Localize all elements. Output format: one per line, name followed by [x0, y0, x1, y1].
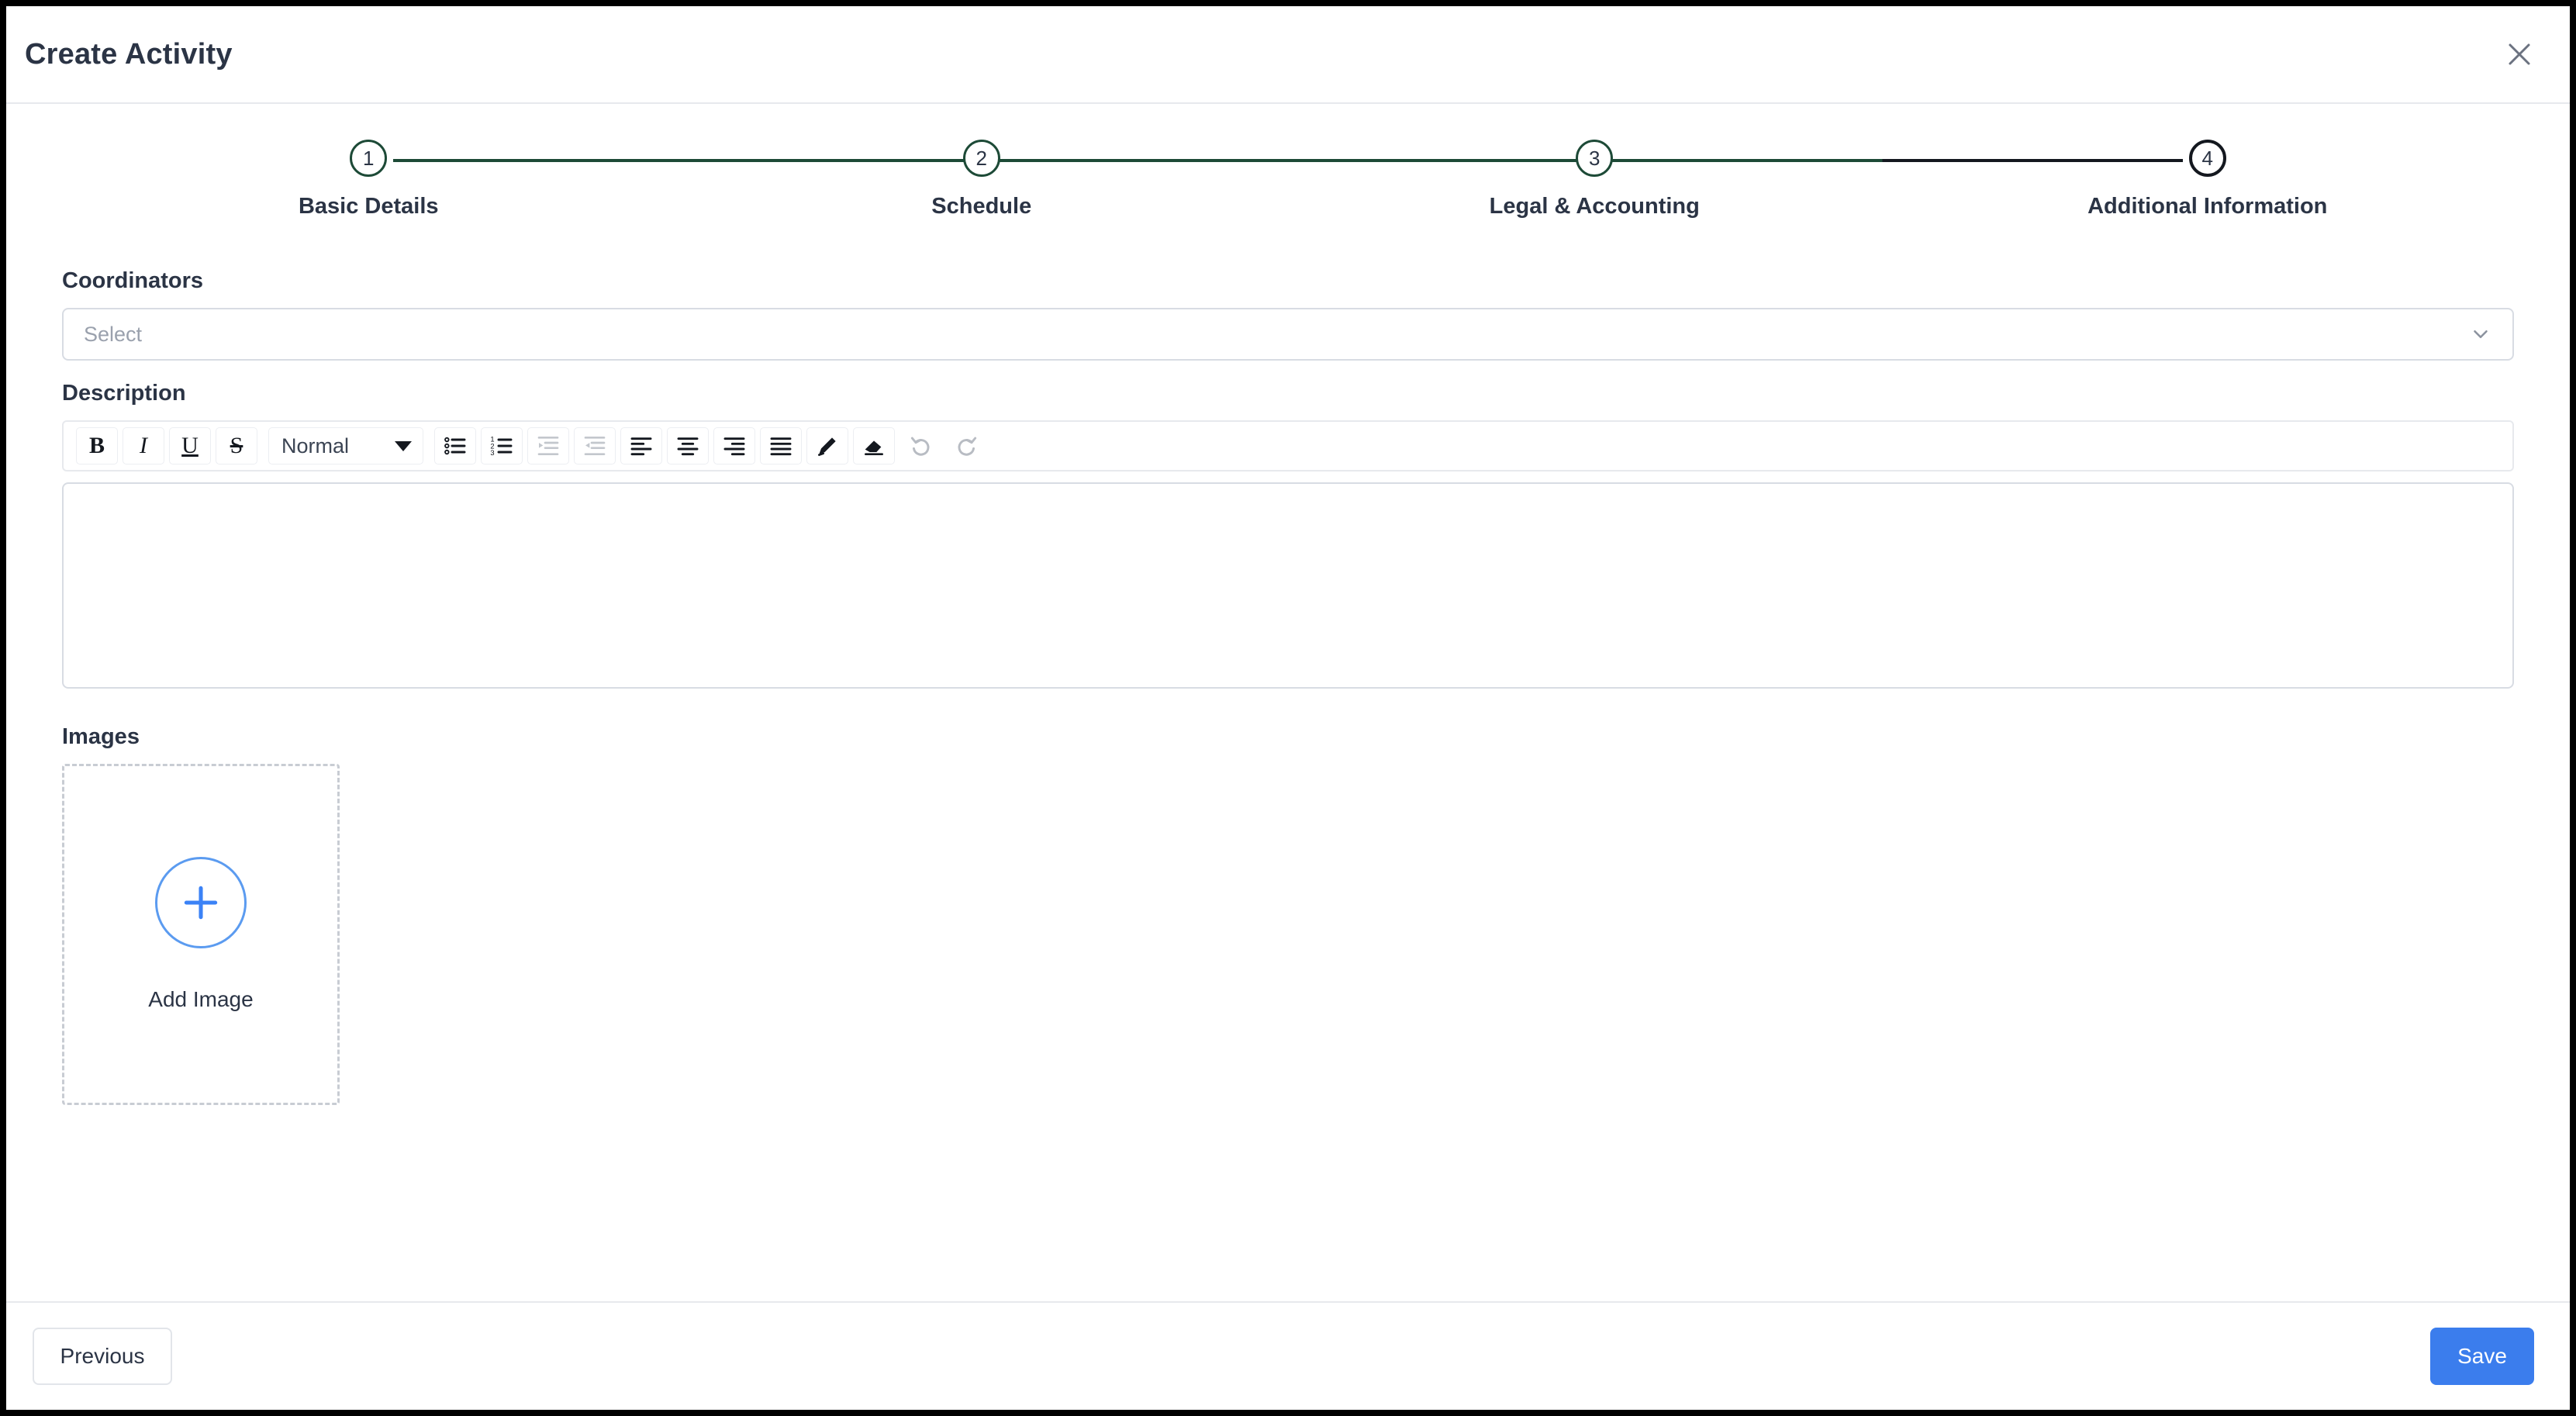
- undo-button[interactable]: [900, 427, 941, 465]
- step-label-additional-information: Additional Information: [2087, 194, 2328, 219]
- strikethrough-button[interactable]: S: [216, 427, 257, 465]
- text-format-select[interactable]: Normal: [268, 427, 423, 465]
- bullet-list-icon: [444, 437, 466, 455]
- step-number: 1: [363, 146, 375, 170]
- step-circle-3[interactable]: 3: [1576, 140, 1614, 177]
- align-right-button[interactable]: [713, 427, 755, 465]
- redo-icon: [958, 437, 977, 456]
- description-editor-input[interactable]: [62, 482, 2514, 689]
- indent-decrease-button[interactable]: [574, 427, 616, 465]
- previous-button[interactable]: Previous: [33, 1328, 172, 1385]
- rich-text-editor: B I U S Normal 1 2 3: [62, 420, 2514, 689]
- align-right-icon: [723, 437, 745, 456]
- close-button[interactable]: [2492, 27, 2547, 81]
- step-circle-2[interactable]: 2: [962, 140, 1000, 177]
- create-activity-modal: Create Activity 1 2 3 4 Basic Details Sc…: [6, 6, 2570, 1410]
- align-center-button[interactable]: [667, 427, 709, 465]
- chevron-down-icon: [2474, 330, 2488, 338]
- step-connector-2-3: [969, 159, 1583, 162]
- indent-increase-button[interactable]: [527, 427, 569, 465]
- numbered-list-icon: 1 2 3: [490, 436, 513, 457]
- numbered-list-button[interactable]: 1 2 3: [481, 427, 523, 465]
- redo-button[interactable]: [946, 427, 988, 465]
- italic-button[interactable]: I: [123, 427, 164, 465]
- indent-decrease-icon: [584, 437, 606, 455]
- coordinators-placeholder: Select: [84, 322, 143, 346]
- align-center-icon: [677, 437, 699, 456]
- page-title: Create Activity: [25, 37, 233, 71]
- undo-icon: [910, 437, 930, 456]
- step-number: 4: [2201, 146, 2213, 170]
- description-field: Description B I U S Normal 1 2 3: [62, 381, 2514, 689]
- align-justify-icon: [770, 437, 792, 456]
- underline-button[interactable]: U: [169, 427, 211, 465]
- align-left-icon: [630, 437, 652, 456]
- step-number: 3: [1589, 146, 1601, 170]
- align-left-button[interactable]: [620, 427, 662, 465]
- coordinators-label: Coordinators: [62, 268, 204, 293]
- step-label-wrap-1: Basic Details: [62, 183, 675, 219]
- step-label-schedule: Schedule: [931, 194, 1032, 219]
- bold-button[interactable]: B: [76, 427, 118, 465]
- modal-body: 1 2 3 4 Basic Details Schedule Legal & A…: [6, 104, 2570, 1301]
- close-icon: [2509, 43, 2530, 65]
- modal-header: Create Activity: [6, 6, 2570, 104]
- indent-increase-icon: [537, 437, 559, 455]
- modal-footer: Previous Save: [6, 1301, 2570, 1410]
- step-label-wrap-4: Additional Information: [1901, 183, 2515, 219]
- plus-icon: [184, 886, 218, 920]
- bold-icon: B: [88, 433, 105, 458]
- step-connector-3-4: [1582, 159, 2184, 162]
- pen-icon: [818, 437, 836, 456]
- eraser-button[interactable]: [853, 427, 895, 465]
- description-label: Description: [62, 381, 186, 406]
- caret-down-icon: [395, 440, 412, 451]
- underline-icon: U: [181, 433, 199, 458]
- align-justify-button[interactable]: [760, 427, 802, 465]
- images-label: Images: [62, 724, 140, 749]
- step-circle-1[interactable]: 1: [350, 140, 388, 177]
- eraser-icon: [865, 440, 883, 455]
- save-button[interactable]: Save: [2430, 1328, 2534, 1385]
- italic-icon: I: [140, 433, 147, 458]
- step-label-basic-details: Basic Details: [298, 194, 439, 219]
- editor-toolbar: B I U S Normal 1 2 3: [62, 420, 2514, 471]
- coordinators-select[interactable]: Select: [62, 308, 2514, 361]
- svg-text:3: 3: [490, 449, 494, 457]
- bullet-list-button[interactable]: [434, 427, 476, 465]
- images-field: Images Add Image: [62, 724, 2514, 1105]
- strikethrough-icon: S: [230, 433, 243, 458]
- add-image-dropzone[interactable]: Add Image: [62, 764, 340, 1105]
- add-image-button[interactable]: [155, 857, 247, 948]
- step-label-wrap-3: Legal & Accounting: [1288, 183, 1901, 219]
- step-circle-4[interactable]: 4: [2188, 140, 2226, 177]
- add-image-label: Add Image: [148, 987, 254, 1011]
- coordinators-field: Coordinators Select: [62, 268, 2514, 361]
- pen-button[interactable]: [806, 427, 848, 465]
- text-format-value: Normal: [281, 433, 350, 458]
- step-label-wrap-2: Schedule: [675, 183, 1289, 219]
- step-number: 2: [975, 146, 987, 170]
- stepper: 1 2 3 4 Basic Details Schedule Legal & A…: [62, 140, 2514, 248]
- step-connector-1-2: [392, 159, 969, 162]
- step-label-legal-accounting: Legal & Accounting: [1489, 194, 1700, 219]
